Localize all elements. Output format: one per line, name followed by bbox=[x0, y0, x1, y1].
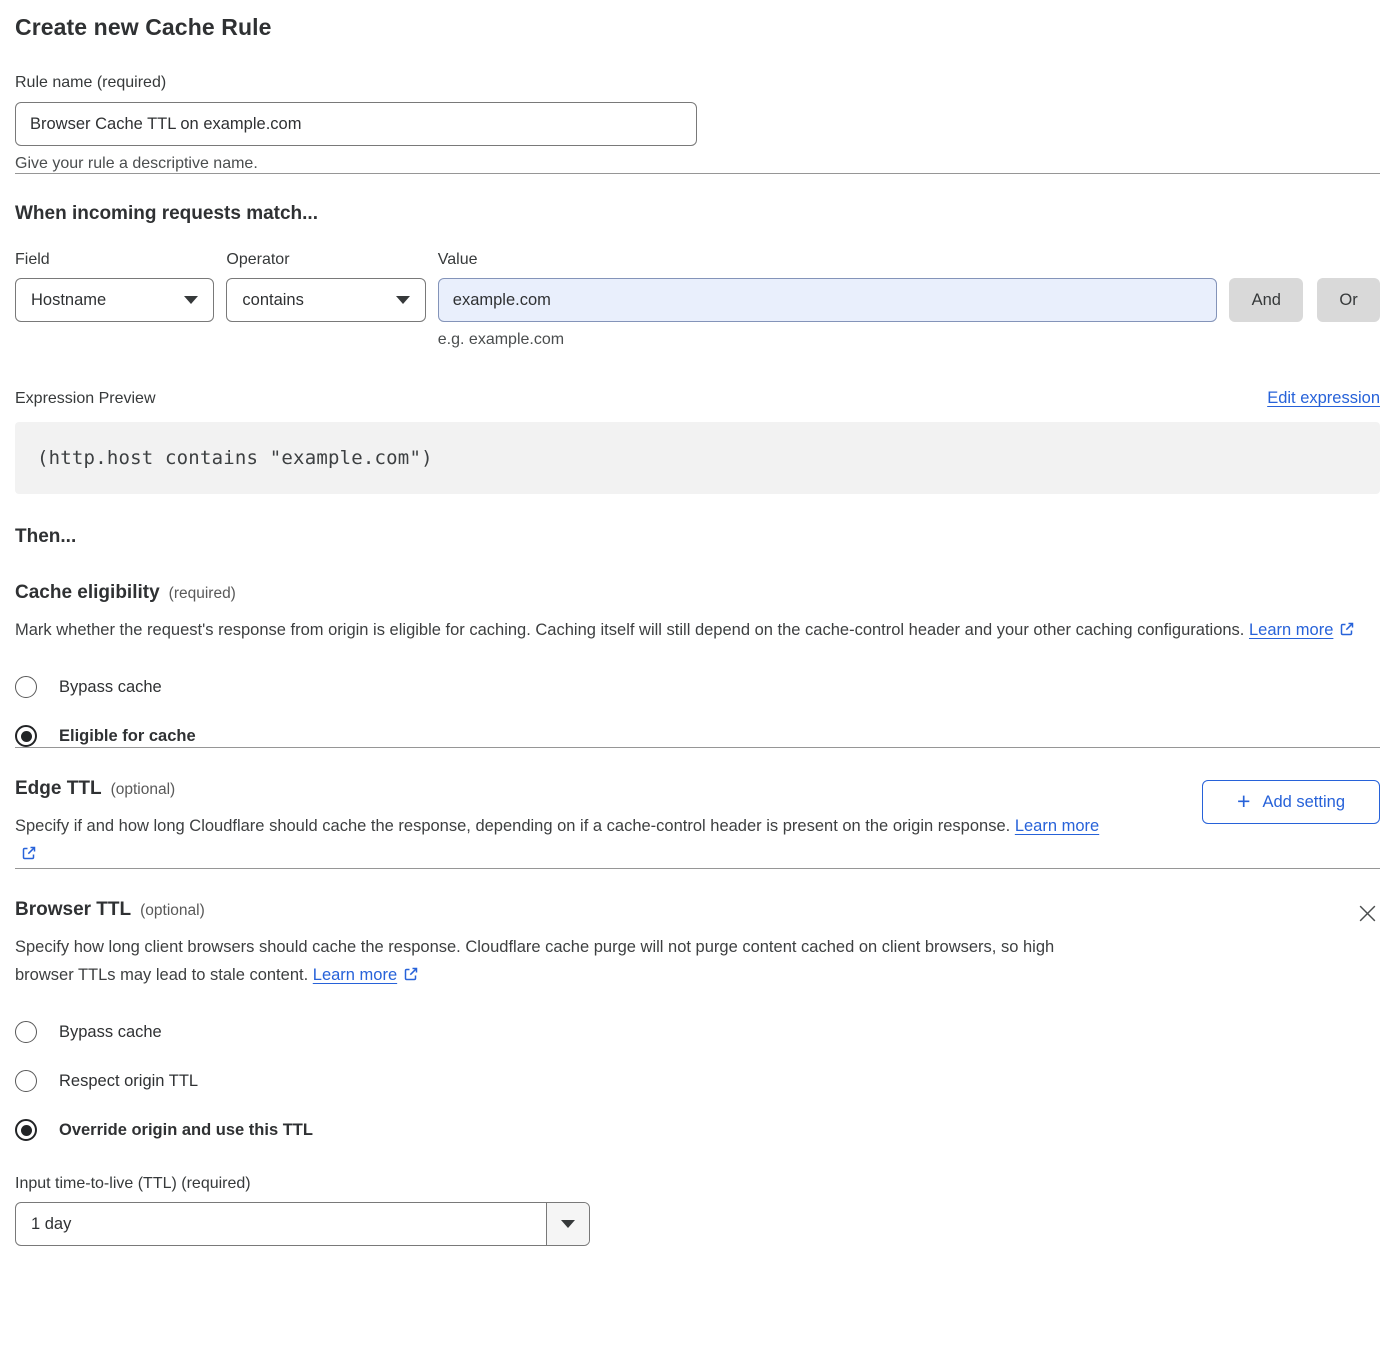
divider bbox=[15, 747, 1380, 748]
radio-button-unselected[interactable] bbox=[15, 1070, 37, 1092]
cache-eligibility-title: Cache eligibility bbox=[15, 582, 160, 604]
browser-ttl-section: Browser TTL (optional) Specify how long … bbox=[15, 899, 1380, 1246]
cache-eligibility-qualifier: (required) bbox=[169, 585, 236, 603]
radio-button-selected[interactable] bbox=[15, 1119, 37, 1141]
operator-label: Operator bbox=[226, 251, 425, 269]
radio-label: Eligible for cache bbox=[59, 727, 196, 746]
edge-ttl-title-row: Edge TTL (optional) bbox=[15, 778, 1120, 800]
browser-ttl-header: Browser TTL (optional) Specify how long … bbox=[15, 899, 1380, 989]
chevron-down-icon bbox=[184, 296, 198, 304]
rule-name-label: Rule name (required) bbox=[15, 74, 166, 91]
radio-button-unselected[interactable] bbox=[15, 676, 37, 698]
expression-preview-label: Expression Preview bbox=[15, 390, 156, 408]
browser-ttl-description: Specify how long client browsers should … bbox=[15, 933, 1105, 989]
ttl-input-label: Input time-to-live (TTL) (required) bbox=[15, 1175, 1380, 1193]
edge-ttl-title: Edge TTL bbox=[15, 778, 102, 800]
rule-name-helper: Give your rule a descriptive name. bbox=[15, 155, 1380, 173]
edge-ttl-description-text: Specify if and how long Cloudflare shoul… bbox=[15, 817, 1010, 835]
divider bbox=[15, 173, 1380, 174]
radio-label: Bypass cache bbox=[59, 1023, 162, 1042]
cache-eligibility-title-row: Cache eligibility (required) bbox=[15, 582, 1380, 604]
rule-name-section: Rule name (required) Give your rule a de… bbox=[15, 74, 1380, 173]
create-cache-rule-form: Create new Cache Rule Rule name (require… bbox=[0, 0, 1400, 1246]
radio-browser-bypass-cache[interactable]: Bypass cache bbox=[15, 1021, 1380, 1043]
radio-label: Respect origin TTL bbox=[59, 1072, 198, 1091]
field-column: Field Hostname bbox=[15, 251, 214, 349]
chevron-down-icon bbox=[561, 1220, 575, 1228]
field-label: Field bbox=[15, 251, 214, 269]
cache-eligibility-section: Cache eligibility (required) Mark whethe… bbox=[15, 582, 1380, 747]
ttl-select[interactable]: 1 day bbox=[15, 1202, 590, 1246]
edge-ttl-content: Edge TTL (optional) Specify if and how l… bbox=[15, 778, 1120, 868]
page-title: Create new Cache Rule bbox=[15, 0, 1380, 41]
add-setting-label: Add setting bbox=[1262, 793, 1345, 812]
browser-ttl-qualifier: (optional) bbox=[140, 902, 205, 920]
learn-more-link[interactable]: Learn more bbox=[313, 966, 397, 984]
add-setting-button[interactable]: + Add setting bbox=[1202, 780, 1380, 824]
external-link-icon bbox=[1339, 621, 1355, 637]
rule-name-input[interactable] bbox=[15, 102, 697, 146]
operator-select-value: contains bbox=[242, 291, 303, 310]
expression-code: (http.host contains "example.com") bbox=[37, 447, 433, 469]
radio-button-selected[interactable] bbox=[15, 725, 37, 747]
edge-ttl-description: Specify if and how long Cloudflare shoul… bbox=[15, 812, 1120, 868]
and-button[interactable]: And bbox=[1229, 278, 1303, 322]
match-condition-row: Field Hostname Operator contains Value e… bbox=[15, 251, 1380, 349]
external-link-icon bbox=[403, 966, 419, 982]
radio-respect-origin-ttl[interactable]: Respect origin TTL bbox=[15, 1070, 1380, 1092]
edit-expression-link[interactable]: Edit expression bbox=[1267, 389, 1380, 408]
remove-setting-button[interactable] bbox=[1355, 901, 1380, 929]
value-label: Value bbox=[438, 251, 1218, 269]
close-icon bbox=[1357, 903, 1378, 924]
edge-ttl-section: Edge TTL (optional) Specify if and how l… bbox=[15, 778, 1380, 868]
match-heading: When incoming requests match... bbox=[15, 203, 1380, 225]
expression-preview-box: (http.host contains "example.com") bbox=[15, 422, 1380, 494]
learn-more-link[interactable]: Learn more bbox=[1015, 817, 1099, 835]
divider bbox=[15, 868, 1380, 869]
radio-label: Override origin and use this TTL bbox=[59, 1121, 313, 1140]
external-link-icon bbox=[21, 845, 37, 861]
browser-ttl-title: Browser TTL bbox=[15, 899, 131, 921]
ttl-select-caret-button[interactable] bbox=[546, 1203, 589, 1245]
then-heading: Then... bbox=[15, 526, 1380, 548]
browser-ttl-description-text: Specify how long client browsers should … bbox=[15, 938, 1054, 984]
operator-select[interactable]: contains bbox=[226, 278, 425, 322]
or-button[interactable]: Or bbox=[1317, 278, 1380, 322]
cache-eligibility-description-text: Mark whether the request's response from… bbox=[15, 621, 1244, 639]
chevron-down-icon bbox=[396, 296, 410, 304]
radio-label: Bypass cache bbox=[59, 678, 162, 697]
browser-ttl-title-row: Browser TTL (optional) bbox=[15, 899, 1105, 921]
cache-eligibility-description: Mark whether the request's response from… bbox=[15, 616, 1363, 644]
plus-icon: + bbox=[1237, 790, 1250, 813]
value-column: Value e.g. example.com bbox=[438, 251, 1218, 349]
browser-ttl-content: Browser TTL (optional) Specify how long … bbox=[15, 899, 1105, 989]
learn-more-link[interactable]: Learn more bbox=[1249, 621, 1333, 639]
radio-button-unselected[interactable] bbox=[15, 1021, 37, 1043]
value-helper: e.g. example.com bbox=[438, 331, 1218, 349]
edge-ttl-qualifier: (optional) bbox=[111, 781, 176, 799]
radio-override-origin-ttl[interactable]: Override origin and use this TTL bbox=[15, 1119, 1380, 1141]
ttl-select-value: 1 day bbox=[16, 1203, 546, 1245]
expression-preview-header: Expression Preview Edit expression bbox=[15, 389, 1380, 408]
field-select[interactable]: Hostname bbox=[15, 278, 214, 322]
radio-eligible-for-cache[interactable]: Eligible for cache bbox=[15, 725, 1380, 747]
operator-column: Operator contains bbox=[226, 251, 425, 349]
field-select-value: Hostname bbox=[31, 291, 106, 310]
match-value-input[interactable] bbox=[438, 278, 1218, 322]
radio-bypass-cache[interactable]: Bypass cache bbox=[15, 676, 1380, 698]
